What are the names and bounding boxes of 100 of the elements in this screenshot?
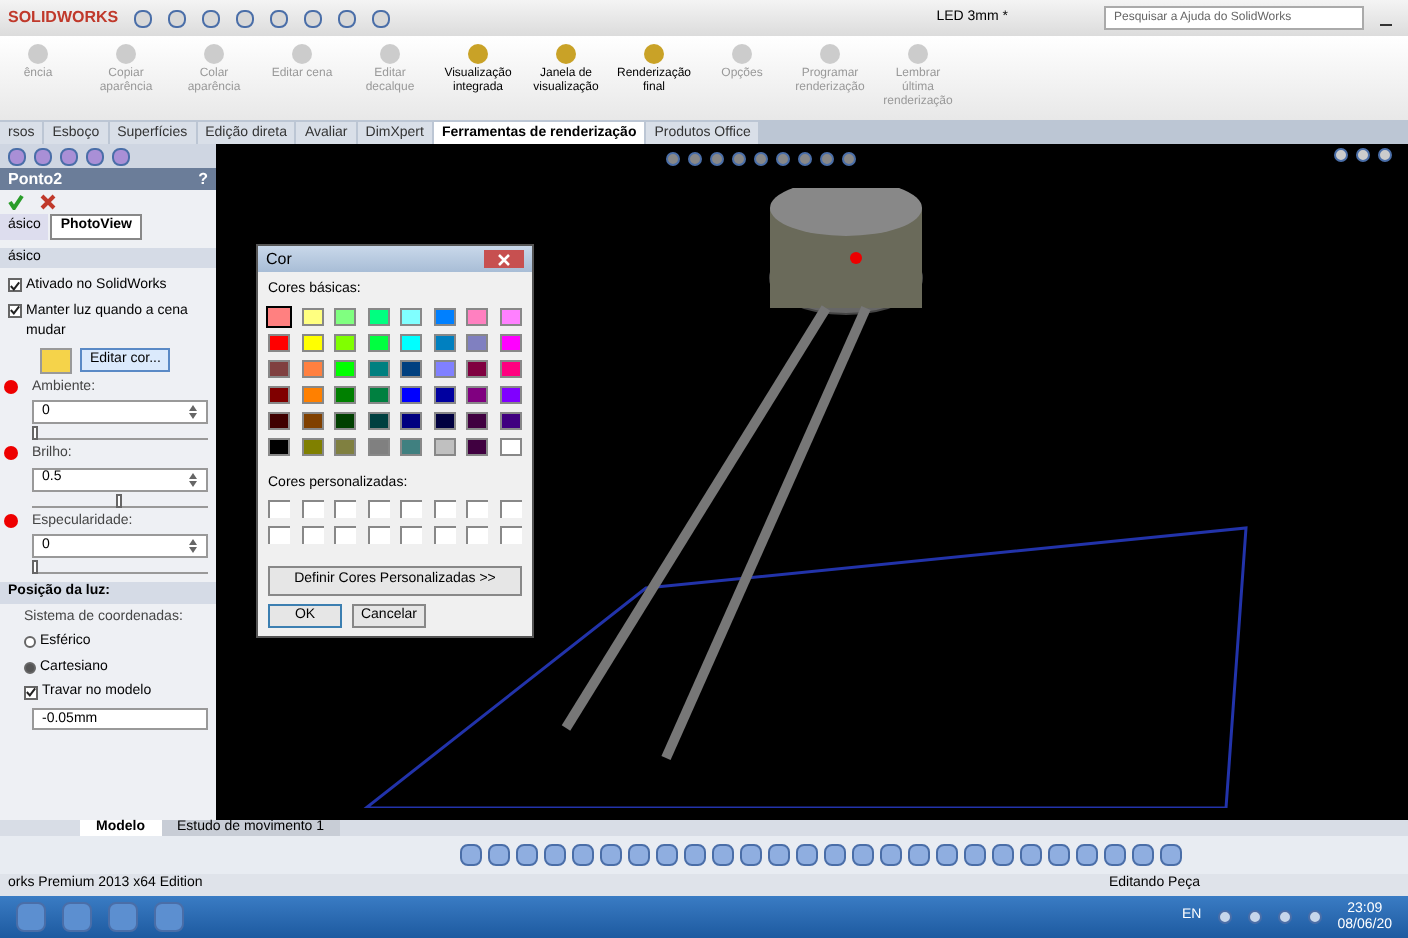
color-swatch[interactable] (367, 307, 389, 325)
toolbar-icon[interactable] (516, 844, 538, 866)
empty-color-slot[interactable] (334, 526, 356, 544)
toolbar-icon[interactable] (1048, 844, 1070, 866)
color-swatch[interactable] (499, 437, 521, 455)
color-swatch[interactable] (400, 411, 422, 429)
toolbar-icon[interactable] (796, 844, 818, 866)
toolbar-icon[interactable] (712, 844, 734, 866)
color-swatch[interactable] (367, 411, 389, 429)
slider-thumb[interactable] (32, 560, 38, 574)
minimize-icon[interactable] (1380, 23, 1392, 25)
color-swatch[interactable] (367, 437, 389, 455)
empty-color-slot[interactable] (367, 500, 389, 518)
spinner-arrows-icon[interactable] (188, 538, 198, 554)
color-swatch[interactable] (466, 333, 488, 351)
color-swatch[interactable] (433, 307, 455, 325)
toolbar-icon[interactable] (1076, 844, 1098, 866)
color-swatch[interactable] (499, 411, 521, 429)
checkbox[interactable] (8, 303, 22, 317)
toolbar-icon[interactable] (1160, 844, 1182, 866)
empty-color-slot[interactable] (301, 500, 323, 518)
toolbar-icon[interactable] (936, 844, 958, 866)
slider-track[interactable] (32, 560, 208, 574)
empty-color-slot[interactable] (400, 500, 422, 518)
checkbox[interactable] (8, 278, 22, 292)
color-swatch[interactable] (433, 333, 455, 351)
help-icon[interactable]: ? (198, 167, 208, 191)
color-swatch[interactable] (466, 411, 488, 429)
color-swatch[interactable] (268, 333, 290, 351)
toolbar-icon[interactable] (768, 844, 790, 866)
color-swatch[interactable] (301, 385, 323, 403)
color-swatch[interactable] (466, 437, 488, 455)
cancel-x-icon[interactable] (40, 194, 56, 210)
spinner-arrows-icon[interactable] (188, 404, 198, 420)
checkbox[interactable] (24, 685, 38, 700)
color-swatch[interactable] (334, 333, 356, 351)
color-swatch[interactable] (268, 385, 290, 403)
empty-color-slot[interactable] (301, 526, 323, 544)
color-swatch[interactable] (400, 359, 422, 377)
toolbar-icon[interactable] (1020, 844, 1042, 866)
close-button[interactable] (484, 250, 524, 268)
color-swatch[interactable] (301, 359, 323, 377)
slider-thumb[interactable] (32, 426, 38, 440)
color-swatch[interactable] (301, 411, 323, 429)
empty-color-slot[interactable] (367, 526, 389, 544)
color-swatch[interactable] (334, 359, 356, 377)
toolbar-icon[interactable] (1104, 844, 1126, 866)
color-swatch[interactable] (400, 333, 422, 351)
toolbar-icon[interactable] (852, 844, 874, 866)
color-swatch[interactable] (466, 307, 488, 325)
color-swatch[interactable] (433, 411, 455, 429)
toolbar-icon[interactable] (740, 844, 762, 866)
toolbar-icon[interactable] (964, 844, 986, 866)
color-swatch[interactable] (466, 359, 488, 377)
color-swatch[interactable] (499, 359, 521, 377)
color-swatch[interactable] (400, 385, 422, 403)
toolbar-icon[interactable] (824, 844, 846, 866)
color-swatch[interactable] (268, 307, 290, 325)
toolbar-icon[interactable] (488, 844, 510, 866)
toolbar-icon[interactable] (544, 844, 566, 866)
ok-check-icon[interactable] (8, 194, 24, 210)
empty-color-slot[interactable] (334, 500, 356, 518)
empty-color-slot[interactable] (433, 526, 455, 544)
color-swatch[interactable] (400, 437, 422, 455)
color-swatch[interactable] (334, 385, 356, 403)
empty-color-slot[interactable] (499, 500, 521, 518)
color-swatch[interactable] (334, 307, 356, 325)
toolbar-icon[interactable] (460, 844, 482, 866)
radio-button[interactable] (24, 636, 36, 649)
color-swatch[interactable] (268, 411, 290, 429)
color-swatch[interactable] (268, 359, 290, 377)
color-swatch[interactable] (466, 385, 488, 403)
color-swatch[interactable] (499, 307, 521, 325)
color-swatch[interactable] (301, 333, 323, 351)
toolbar-icon[interactable] (908, 844, 930, 866)
color-swatch[interactable] (433, 359, 455, 377)
slider-thumb[interactable] (115, 493, 122, 507)
color-swatch[interactable] (499, 333, 521, 351)
empty-color-slot[interactable] (466, 500, 488, 518)
toolbar-icon[interactable] (656, 844, 678, 866)
empty-color-slot[interactable] (433, 500, 455, 518)
color-swatch[interactable] (433, 437, 455, 455)
toolbar-icon[interactable] (1132, 844, 1154, 866)
color-swatch[interactable] (400, 307, 422, 325)
toolbar-icon[interactable] (628, 844, 650, 866)
empty-color-slot[interactable] (499, 526, 521, 544)
toolbar-icon[interactable] (572, 844, 594, 866)
empty-color-slot[interactable] (268, 500, 290, 518)
toolbar-icon[interactable] (992, 844, 1014, 866)
color-swatch[interactable] (499, 385, 521, 403)
color-swatch[interactable] (367, 333, 389, 351)
color-swatch[interactable] (367, 385, 389, 403)
color-swatch[interactable] (301, 437, 323, 455)
slider-track[interactable] (32, 426, 208, 440)
toolbar-icon[interactable] (600, 844, 622, 866)
color-swatch[interactable] (268, 437, 290, 455)
color-swatch[interactable] (433, 385, 455, 403)
toolbar-icon[interactable] (880, 844, 902, 866)
toolbar-icon[interactable] (684, 844, 706, 866)
empty-color-slot[interactable] (466, 526, 488, 544)
